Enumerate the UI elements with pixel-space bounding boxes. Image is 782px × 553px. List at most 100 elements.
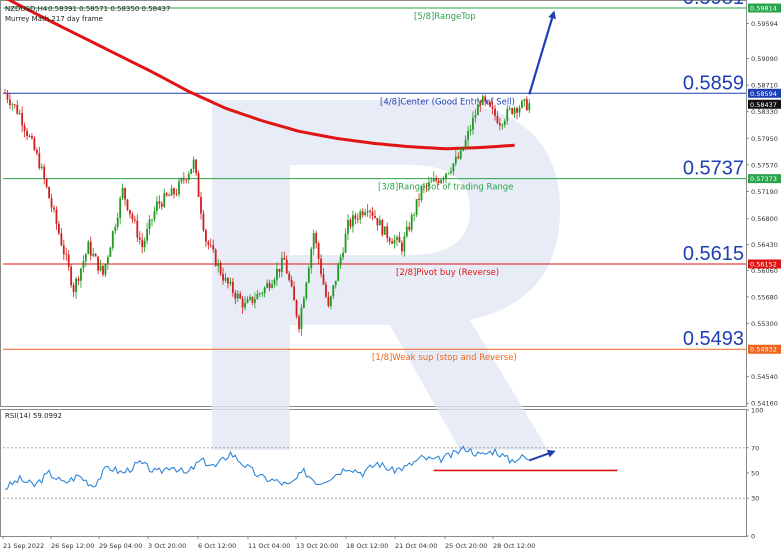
rsi-tick-label: 100 (751, 407, 763, 415)
candle-body (263, 287, 266, 294)
candle-body (484, 96, 487, 102)
candle-body (329, 296, 332, 307)
time-tick-label: 21 Sep 2022 (3, 542, 44, 550)
level-price-tag-text: 0.57373 (750, 175, 777, 183)
rsi-tick-label: 70 (751, 444, 759, 452)
candle-body (430, 181, 433, 183)
candle-body (410, 214, 413, 230)
candle-body (457, 156, 460, 159)
candle-body (205, 230, 207, 242)
candle-body (356, 218, 359, 220)
candle-body (207, 241, 210, 245)
candle-body (325, 284, 327, 297)
candle-body (178, 181, 180, 195)
candle-body (77, 278, 80, 281)
candle-body (48, 187, 50, 199)
price-tick-label: 0.59090 (751, 55, 778, 63)
price-tick-label: 0.56800 (751, 215, 778, 223)
candle-body (521, 100, 523, 108)
candle-body (35, 149, 38, 154)
candle-body (131, 214, 134, 220)
level-price-tag-text: 0.54932 (750, 346, 777, 354)
candle-body (160, 203, 163, 207)
candle-body (241, 298, 244, 308)
candle-body (70, 266, 73, 286)
candle-body (503, 120, 506, 125)
candle-body (126, 199, 129, 210)
candle-body (285, 259, 288, 274)
candle-body (89, 241, 92, 256)
rsi-indicator (3, 445, 746, 499)
candle-body (347, 219, 349, 234)
candle-body (18, 113, 21, 114)
candle-body (420, 187, 423, 201)
price-tick-label: 0.55300 (751, 320, 778, 328)
candle-body (344, 233, 347, 253)
level-price-tag-text: 0.58594 (750, 90, 777, 98)
price-tick-label: 0.56060 (751, 267, 778, 275)
candle-body (364, 212, 367, 216)
candle-body (99, 265, 102, 271)
trading-chart[interactable]: [5/8]RangeTop0.59810.59814[4/8]Center (G… (0, 0, 782, 553)
candle-body (371, 211, 374, 216)
candle-body (320, 258, 322, 275)
candle-body (111, 231, 114, 248)
candle-body (266, 283, 269, 288)
candle-body (94, 253, 97, 257)
candle-body (217, 263, 220, 266)
candle-body (67, 254, 70, 267)
candle-body (511, 108, 514, 114)
candle-body (312, 233, 315, 249)
candle-body (293, 286, 295, 301)
level-label: [2/8]Pivot buy (Reverse) (396, 268, 499, 278)
candle-body (317, 243, 320, 259)
candle-body (229, 281, 232, 284)
candle-body (239, 293, 242, 299)
candle-body (396, 236, 398, 240)
candle-body (307, 267, 310, 283)
level-label: [5/8]RangeTop (414, 12, 476, 22)
candle-body (388, 238, 391, 242)
candle-body (352, 215, 354, 227)
candle-body (435, 178, 438, 181)
time-tick-label: 21 Oct 04:00 (395, 542, 437, 550)
candle-body (288, 273, 291, 280)
candle-body (391, 241, 393, 244)
watermark-logo (212, 100, 560, 450)
candle-body (476, 104, 479, 116)
time-tick-label: 11 Oct 04:00 (248, 542, 290, 550)
candle-body (209, 244, 212, 246)
candle-body (173, 188, 175, 194)
level-price-label: 0.5859 (683, 72, 744, 94)
candle-body (273, 279, 276, 285)
rsi-forecast-arrow (528, 449, 556, 462)
candle-body (369, 210, 371, 212)
candle-body (60, 233, 63, 246)
candle-body (403, 236, 406, 252)
time-tick-label: 25 Oct 20:00 (445, 542, 487, 550)
candle-body (494, 108, 496, 116)
candle-body (40, 166, 43, 169)
candle-body (119, 198, 122, 218)
candle-body (445, 173, 447, 179)
candle-body (305, 282, 308, 299)
candle-body (290, 279, 293, 287)
candle-body (283, 257, 286, 260)
candle-body (102, 265, 104, 275)
candle-body (361, 211, 364, 216)
candle-body (200, 196, 202, 214)
candle-body (523, 99, 526, 101)
candle-body (75, 278, 77, 293)
candle-body (13, 104, 16, 106)
candle-body (322, 274, 325, 285)
candle-body (53, 207, 55, 210)
candle-body (506, 108, 509, 121)
candle-body (276, 268, 278, 280)
time-tick-label: 18 Oct 12:00 (346, 542, 388, 550)
candle-body (496, 115, 499, 124)
candle-body (212, 245, 215, 250)
candle-body (459, 150, 462, 159)
candle-body (138, 237, 141, 240)
candle-body (62, 245, 65, 255)
candle-body (513, 108, 516, 114)
